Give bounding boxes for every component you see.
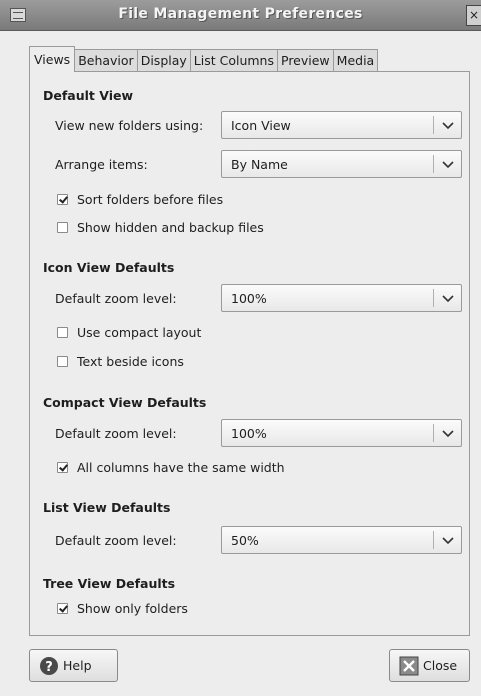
same-width-label: All columns have the same width <box>77 460 285 475</box>
same-width-checkbox[interactable]: All columns have the same width <box>57 460 285 475</box>
arrange-items-value: By Name <box>231 157 288 172</box>
icon-view-heading: Icon View Defaults <box>43 260 175 275</box>
compact-layout-checkbox[interactable]: Use compact layout <box>57 325 201 340</box>
arrange-items-combo[interactable]: By Name <box>221 150 462 178</box>
icon-zoom-label: Default zoom level: <box>55 291 177 306</box>
help-button-label: Help <box>63 658 92 673</box>
tree-view-heading: Tree View Defaults <box>43 576 176 591</box>
compact-zoom-label: Default zoom level: <box>55 426 177 441</box>
show-only-folders-label: Show only folders <box>77 601 188 616</box>
show-only-folders-checkbox[interactable]: Show only folders <box>57 601 188 616</box>
window-close-button[interactable]: × <box>466 5 481 26</box>
icon-zoom-combo[interactable]: 100% <box>221 284 462 312</box>
show-hidden-label: Show hidden and backup files <box>77 220 264 235</box>
show-hidden-checkbox[interactable]: Show hidden and backup files <box>57 220 264 235</box>
compact-zoom-value: 100% <box>231 426 267 441</box>
close-button[interactable]: Close <box>389 649 470 682</box>
sort-folders-label: Sort folders before files <box>77 192 224 207</box>
chevron-down-icon <box>442 122 454 130</box>
sort-folders-checkbox[interactable]: Sort folders before files <box>57 192 223 207</box>
help-button[interactable]: ? Help <box>29 649 118 682</box>
tab-media[interactable]: Media <box>332 49 379 72</box>
checkbox-box[interactable] <box>57 356 68 367</box>
arrange-items-label: Arrange items: <box>55 157 148 172</box>
checkbox-box[interactable] <box>57 603 68 614</box>
chevron-down-icon <box>442 295 454 303</box>
text-beside-icons-label: Text beside icons <box>77 354 184 369</box>
list-zoom-combo[interactable]: 50% <box>221 526 462 554</box>
chevron-down-icon <box>442 537 454 545</box>
compact-view-heading: Compact View Defaults <box>43 395 207 410</box>
list-zoom-value: 50% <box>231 533 259 548</box>
tab-preview[interactable]: Preview <box>277 49 334 72</box>
close-button-label: Close <box>423 658 458 673</box>
list-zoom-label: Default zoom level: <box>55 533 177 548</box>
svg-text:?: ? <box>45 660 53 675</box>
title-bar: File Management Preferences × <box>0 0 481 31</box>
list-view-heading: List View Defaults <box>43 500 171 515</box>
view-new-folders-combo[interactable]: Icon View <box>221 111 462 139</box>
tab-views[interactable]: Views <box>29 46 76 72</box>
tab-display[interactable]: Display <box>136 49 191 72</box>
tab-list-columns[interactable]: List Columns <box>189 49 278 72</box>
checkbox-box[interactable] <box>57 327 68 338</box>
chevron-down-icon <box>442 161 454 169</box>
view-new-folders-label: View new folders using: <box>55 118 204 133</box>
checkbox-box[interactable] <box>57 194 68 205</box>
checkbox-box[interactable] <box>57 462 68 473</box>
window-title: File Management Preferences <box>118 6 363 22</box>
help-icon: ? <box>39 656 59 676</box>
tab-strip: Views Behavior Display List Columns Prev… <box>29 46 379 72</box>
compact-zoom-combo[interactable]: 100% <box>221 419 462 447</box>
icon-zoom-value: 100% <box>231 291 267 306</box>
checkbox-box[interactable] <box>57 222 68 233</box>
view-new-folders-value: Icon View <box>231 118 291 133</box>
tab-behavior[interactable]: Behavior <box>74 49 138 72</box>
chevron-down-icon <box>442 430 454 438</box>
compact-layout-label: Use compact layout <box>77 325 202 340</box>
text-beside-icons-checkbox[interactable]: Text beside icons <box>57 354 184 369</box>
default-view-heading: Default View <box>43 88 134 103</box>
close-icon <box>399 656 419 676</box>
